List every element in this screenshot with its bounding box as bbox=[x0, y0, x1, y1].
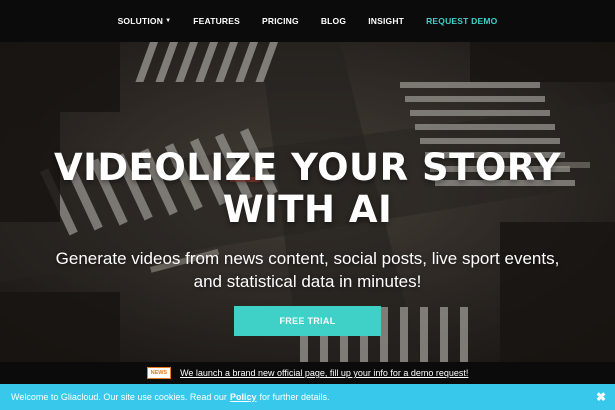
top-navigation: SOLUTION ▼ FEATURES PRICING BLOG INSIGHT… bbox=[0, 0, 615, 42]
hero-section: VIDEOLIZE YOUR STORY WITH AI Generate vi… bbox=[0, 42, 615, 362]
nav-item-label: INSIGHT bbox=[368, 16, 405, 26]
cookie-text-after: for further details. bbox=[259, 392, 330, 402]
nav-item-blog[interactable]: BLOG bbox=[321, 16, 346, 26]
hero-subtext-line-1: Generate videos from news content, socia… bbox=[55, 249, 560, 268]
nav-item-pricing[interactable]: PRICING bbox=[262, 16, 299, 26]
free-trial-button[interactable]: FREE TRIAL bbox=[234, 306, 381, 336]
close-icon[interactable]: ✖ bbox=[596, 390, 606, 404]
nav-item-label: PRICING bbox=[262, 16, 299, 26]
nav-item-label: BLOG bbox=[320, 16, 347, 26]
nav-item-request-demo[interactable]: REQUEST DEMO bbox=[426, 16, 497, 26]
nav-item-insight[interactable]: INSIGHT bbox=[368, 16, 404, 26]
hero-headline-line-1: VIDEOLIZE YOUR STORY bbox=[53, 146, 562, 189]
nav-item-label: REQUEST DEMO bbox=[426, 16, 498, 26]
hero-subtext-line-2: and statistical data in minutes! bbox=[193, 272, 422, 291]
caret-down-icon: ▼ bbox=[165, 18, 172, 24]
announcement-bar: NEWS We launch a brand new official page… bbox=[0, 362, 615, 384]
news-badge: NEWS bbox=[146, 367, 172, 379]
hero-headline-line-2: WITH AI bbox=[222, 188, 393, 231]
policy-link[interactable]: Policy bbox=[230, 392, 257, 402]
nav-item-solution[interactable]: SOLUTION ▼ bbox=[118, 16, 172, 26]
cookie-text: Welcome to Gliacloud. Our site use cooki… bbox=[11, 392, 227, 402]
nav-item-label: SOLUTION bbox=[117, 16, 164, 26]
nav-item-features[interactable]: FEATURES bbox=[193, 16, 240, 26]
nav-item-label: FEATURES bbox=[193, 16, 240, 26]
cookie-bar: Welcome to Gliacloud. Our site use cooki… bbox=[0, 384, 615, 410]
announcement-link[interactable]: We launch a brand new official page, fil… bbox=[180, 368, 468, 378]
